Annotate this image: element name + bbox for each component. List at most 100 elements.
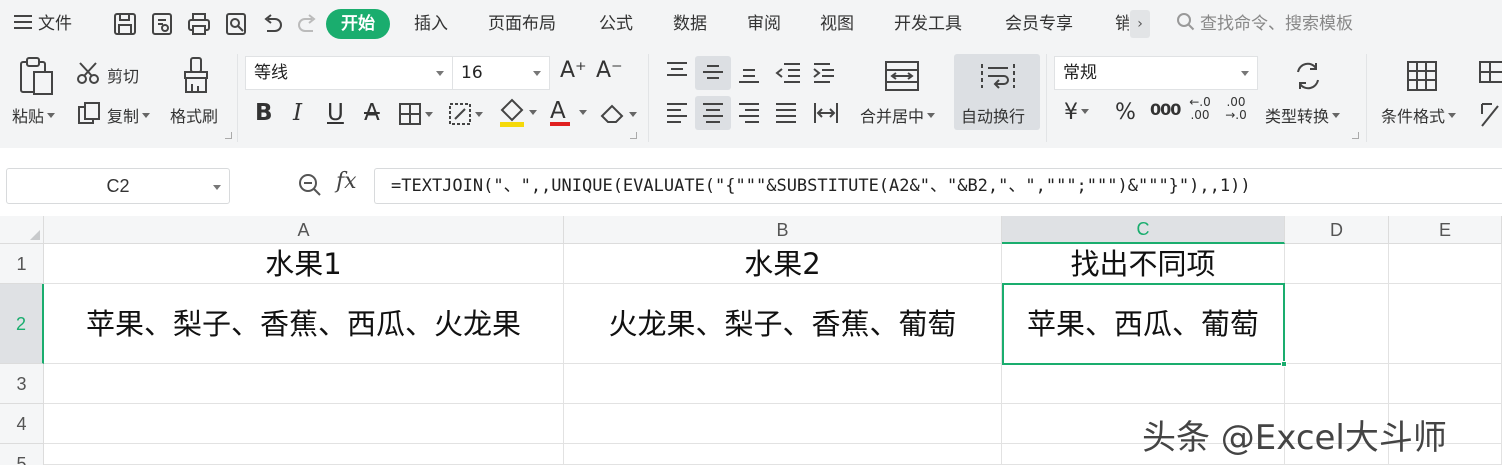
zoom-search-icon[interactable] — [298, 173, 322, 197]
file-menu[interactable]: 文件 — [14, 0, 72, 48]
row-header-2[interactable]: 2 — [0, 284, 44, 364]
percent-icon[interactable]: % — [1115, 100, 1136, 125]
merge-center-icon[interactable] — [884, 60, 920, 92]
strikethrough-icon[interactable]: A — [364, 100, 380, 126]
increase-indent-icon[interactable] — [812, 60, 840, 84]
justify-icon[interactable] — [774, 101, 798, 125]
cell-a2[interactable]: 苹果、梨子、香蕉、西瓜、火龙果 — [44, 284, 564, 364]
merge-center-button[interactable]: 合并居中 — [860, 103, 936, 127]
conditional-format-icon[interactable] — [1406, 60, 1438, 92]
clear-format-eraser-icon[interactable] — [598, 100, 638, 126]
align-left-icon[interactable] — [665, 101, 689, 125]
insert-function-fx-icon[interactable]: fx — [336, 169, 357, 194]
cell-d2[interactable] — [1285, 284, 1389, 364]
font-color-icon[interactable]: A — [548, 98, 590, 128]
cell-a3[interactable] — [44, 364, 564, 404]
cell-d1[interactable] — [1285, 244, 1389, 284]
tab-review[interactable]: 审阅 — [747, 0, 781, 48]
formula-input[interactable]: =TEXTJOIN("、",,UNIQUE(EVALUATE("{"""&SUB… — [374, 168, 1502, 204]
cell-e3[interactable] — [1389, 364, 1502, 404]
cell-format-icon[interactable] — [1478, 100, 1502, 130]
cell-e2[interactable] — [1389, 284, 1502, 364]
number-dialog-launcher[interactable] — [1352, 132, 1359, 139]
tab-home[interactable]: 开始 — [326, 9, 390, 39]
cell-c1[interactable]: 找出不同项 — [1002, 244, 1285, 284]
column-header-e[interactable]: E — [1389, 216, 1502, 244]
paste-button[interactable]: 粘贴 — [12, 103, 56, 127]
format-painter-icon[interactable] — [182, 56, 210, 96]
column-header-a[interactable]: A — [44, 216, 564, 244]
italic-icon[interactable]: I — [293, 100, 302, 126]
cell-e1[interactable] — [1389, 244, 1502, 284]
tab-view[interactable]: 视图 — [820, 0, 854, 48]
decrease-indent-icon[interactable] — [774, 60, 802, 84]
print-preview-icon[interactable] — [223, 11, 249, 37]
cell-b3[interactable] — [564, 364, 1002, 404]
name-box[interactable]: C2 — [6, 168, 230, 204]
export-pdf-icon[interactable] — [149, 11, 175, 37]
tab-sales-truncated[interactable]: 销 — [1115, 0, 1129, 48]
fill-color-icon[interactable] — [498, 98, 538, 128]
cell-c3[interactable] — [1002, 364, 1285, 404]
table-style-icon[interactable] — [1478, 60, 1502, 92]
align-top-icon[interactable] — [665, 60, 689, 84]
currency-button[interactable]: ¥ — [1064, 100, 1089, 125]
command-search[interactable]: 查找命令、搜索模板 — [1176, 0, 1353, 48]
conditional-format-button[interactable]: 条件格式 — [1381, 103, 1457, 127]
thousands-separator-icon[interactable]: 000 — [1150, 100, 1181, 119]
type-convert-icon[interactable] — [1292, 60, 1324, 92]
font-size-select[interactable]: 16 — [452, 56, 550, 90]
fill-handle[interactable] — [1281, 361, 1287, 367]
bold-icon[interactable]: B — [255, 100, 273, 126]
row-header-4[interactable]: 4 — [0, 404, 44, 444]
undo-icon[interactable] — [259, 11, 285, 37]
cut-button[interactable]: 剪切 — [107, 63, 139, 87]
cell-a1[interactable]: 水果1 — [44, 244, 564, 284]
tab-page-layout[interactable]: 页面布局 — [488, 0, 556, 48]
font-name-select[interactable]: 等线 — [245, 56, 453, 90]
cell-style-icon[interactable] — [448, 102, 484, 126]
cell-b4[interactable] — [564, 404, 1002, 444]
select-all-corner[interactable] — [0, 216, 44, 244]
increase-font-icon[interactable]: A⁺ — [560, 58, 587, 83]
column-header-b[interactable]: B — [564, 216, 1002, 244]
cell-b2[interactable]: 火龙果、梨子、香蕉、葡萄 — [564, 284, 1002, 364]
tab-insert[interactable]: 插入 — [414, 0, 448, 48]
tab-developer[interactable]: 开发工具 — [894, 0, 962, 48]
row-header-3[interactable]: 3 — [0, 364, 44, 404]
align-bottom-icon[interactable] — [737, 60, 761, 84]
row-header-5[interactable]: 5 — [0, 444, 44, 465]
borders-icon[interactable] — [398, 102, 434, 126]
distribute-icon[interactable] — [812, 101, 840, 125]
number-format-select[interactable]: 常规 — [1054, 56, 1258, 90]
wrap-text-icon[interactable] — [980, 60, 1016, 92]
redo-icon[interactable] — [295, 11, 321, 37]
decrease-font-icon[interactable]: A⁻ — [596, 58, 623, 83]
cell-a4[interactable] — [44, 404, 564, 444]
copy-icon[interactable] — [77, 101, 101, 125]
underline-icon[interactable]: U — [327, 100, 344, 126]
font-dialog-launcher[interactable] — [630, 132, 637, 139]
tab-data[interactable]: 数据 — [673, 0, 707, 48]
align-middle-icon[interactable] — [701, 60, 725, 84]
tab-formulas[interactable]: 公式 — [599, 0, 633, 48]
wrap-text-button[interactable]: 自动换行 — [961, 103, 1025, 127]
scissors-icon[interactable] — [76, 61, 102, 85]
cell-a5[interactable] — [44, 444, 564, 465]
align-center-icon[interactable] — [701, 101, 725, 125]
more-tabs-chevron-icon[interactable]: › — [1130, 10, 1150, 38]
cell-b1[interactable]: 水果2 — [564, 244, 1002, 284]
column-header-c[interactable]: C — [1002, 216, 1285, 244]
tab-member[interactable]: 会员专享 — [1005, 0, 1073, 48]
align-right-icon[interactable] — [737, 101, 761, 125]
increase-decimal-icon[interactable]: ←.0 .00 — [1186, 96, 1214, 122]
cell-d3[interactable] — [1285, 364, 1389, 404]
copy-button[interactable]: 复制 — [107, 103, 151, 127]
save-icon[interactable] — [112, 11, 138, 37]
format-painter-button[interactable]: 格式刷 — [170, 103, 218, 127]
cell-b5[interactable] — [564, 444, 1002, 465]
type-convert-button[interactable]: 类型转换 — [1265, 103, 1341, 127]
decrease-decimal-icon[interactable]: .00 →.0 — [1222, 96, 1250, 122]
print-icon[interactable] — [186, 11, 212, 37]
paste-icon[interactable] — [18, 56, 56, 96]
